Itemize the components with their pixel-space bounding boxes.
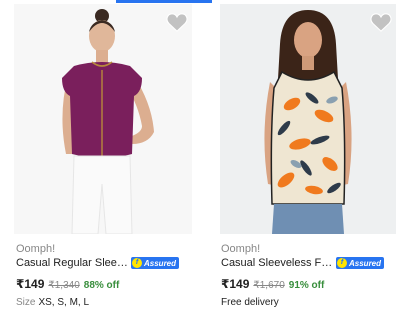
size-label: Size (16, 297, 36, 308)
assured-label: Assured (349, 258, 382, 268)
original-price: ₹1,670 (253, 280, 285, 291)
product-title[interactable]: Casual Regular Sleeves Solid Wo... (16, 257, 128, 269)
assured-icon: f (132, 258, 142, 268)
product-card[interactable]: Oomph! Casual Regular Sleeves Solid Wo..… (0, 0, 196, 317)
assured-label: Assured (144, 258, 177, 268)
product-card[interactable]: Oomph! Casual Sleeveless Floral Print Wo… (204, 0, 400, 317)
delivery-text: Free delivery (221, 297, 279, 308)
product-grid: Oomph! Casual Regular Sleeves Solid Wo..… (0, 0, 400, 317)
purple-top-photo (62, 9, 154, 234)
selling-price: ₹149 (221, 277, 250, 291)
title-row[interactable]: Casual Regular Sleeves Solid Wo... f Ass… (16, 257, 180, 269)
selling-price: ₹149 (16, 277, 45, 291)
product-title[interactable]: Casual Sleeveless Floral Print Wo... (221, 257, 333, 269)
original-price: ₹1,340 (48, 280, 80, 291)
discount-percent: 91% off (288, 280, 325, 291)
discount-percent: 88% off (83, 280, 120, 291)
title-row[interactable]: Casual Sleeveless Floral Print Wo... f A… (221, 257, 385, 269)
product-image[interactable] (220, 4, 396, 234)
brand-name: Oomph! (221, 243, 261, 255)
delivery-info: Free delivery (221, 297, 279, 308)
price-row: ₹149 ₹1,670 91% off (221, 277, 324, 291)
heart-icon[interactable] (166, 12, 188, 32)
assured-icon: f (337, 258, 347, 268)
assured-badge: f Assured (131, 257, 180, 269)
price-row: ₹149 ₹1,340 88% off (16, 277, 119, 291)
assured-badge: f Assured (336, 257, 385, 269)
heart-icon[interactable] (370, 12, 392, 32)
size-info: Size XS, S, M, L (16, 297, 89, 308)
brand-name: Oomph! (16, 243, 56, 255)
product-image[interactable] (14, 4, 192, 234)
size-values: XS, S, M, L (38, 297, 90, 308)
floral-top-photo (264, 10, 352, 234)
